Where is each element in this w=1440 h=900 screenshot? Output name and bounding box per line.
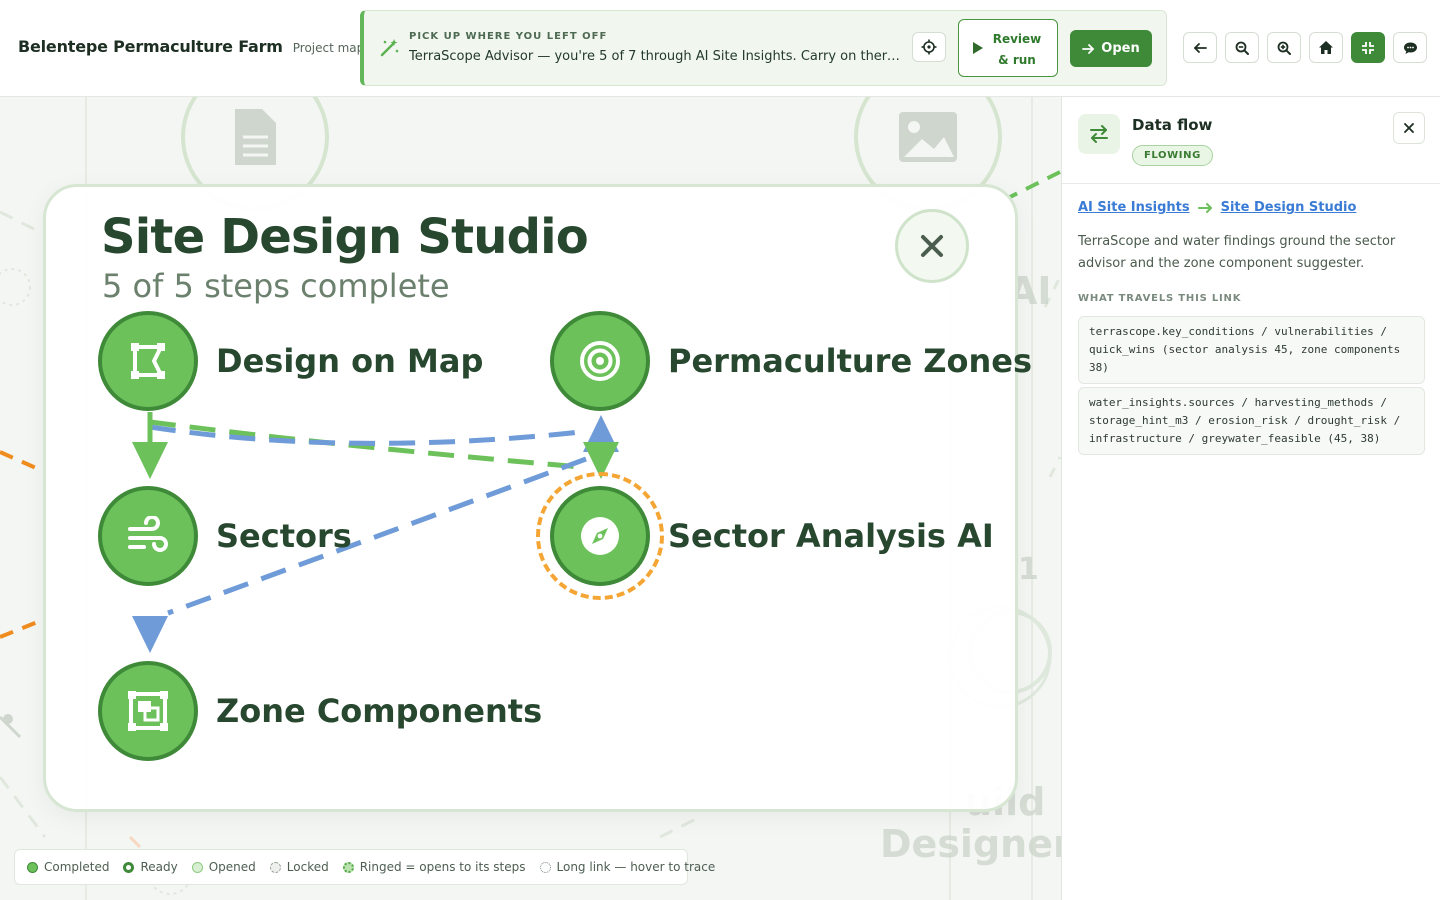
step-label: Sector Analysis AI bbox=[668, 517, 994, 555]
data-flow-icon bbox=[1078, 114, 1120, 154]
legend-locked: Locked bbox=[269, 860, 329, 874]
source-link[interactable]: AI Site Insights bbox=[1078, 200, 1190, 215]
resume-text: TerraScope Advisor — you're 5 of 7 throu… bbox=[409, 49, 904, 64]
background-label-count: 1 bbox=[1018, 552, 1039, 587]
legend-label: Completed bbox=[44, 860, 110, 874]
target-icon bbox=[580, 341, 620, 381]
open-label: Open bbox=[1101, 41, 1140, 56]
flow-description: TerraScope and water findings ground the… bbox=[1078, 234, 1396, 271]
crosshair-icon bbox=[921, 39, 937, 55]
step-node[interactable] bbox=[536, 472, 664, 600]
step-label: Sectors bbox=[216, 517, 352, 555]
legend-label: Opened bbox=[208, 860, 256, 874]
back-button[interactable] bbox=[1183, 32, 1217, 63]
opened-swatch bbox=[191, 861, 203, 873]
payload-item: water_insights.sources / harvesting_meth… bbox=[1078, 387, 1425, 455]
home-icon bbox=[1319, 41, 1333, 54]
legend-label: Ready bbox=[140, 860, 178, 874]
arrow-to-sectors bbox=[132, 442, 168, 479]
target-link[interactable]: Site Design Studio bbox=[1221, 200, 1357, 215]
ringed-swatch bbox=[342, 861, 354, 873]
map-select-icon bbox=[131, 343, 165, 379]
legend-ringed: Ringed = opens to its steps bbox=[342, 860, 526, 874]
map-legend: Completed Ready Opened Locked Ringed = o… bbox=[14, 849, 715, 885]
status-badge: FLOWING bbox=[1132, 145, 1213, 166]
brand: Belentepe Permaculture Farm Project map bbox=[18, 37, 364, 56]
zoom-out-icon bbox=[1235, 41, 1249, 55]
arrow-right-icon bbox=[1197, 202, 1212, 213]
locked-swatch bbox=[269, 861, 281, 873]
completed-swatch bbox=[27, 861, 38, 873]
flow-route: AI Site Insights Site Design Studio bbox=[1078, 200, 1356, 215]
home-button[interactable] bbox=[1309, 32, 1343, 63]
collapse-icon bbox=[1362, 41, 1374, 54]
project-title: Belentepe Permaculture Farm bbox=[18, 37, 283, 56]
back-icon bbox=[1194, 42, 1207, 53]
opens-to-steps-ring bbox=[536, 472, 664, 600]
panel-title: Data flow bbox=[1132, 116, 1213, 134]
comment-icon bbox=[1403, 42, 1417, 54]
step-node[interactable] bbox=[98, 486, 198, 586]
components-icon bbox=[128, 691, 168, 731]
arrow-to-components bbox=[132, 616, 168, 653]
map-toolbar bbox=[1183, 32, 1427, 63]
resume-kicker: PICK UP WHERE YOU LEFT OFF bbox=[409, 31, 608, 42]
step-zone-components[interactable]: Zone Components bbox=[98, 661, 542, 761]
site-design-studio-dialog: Site Design Studio 5 of 5 steps complete bbox=[43, 184, 1032, 812]
panel-close-button[interactable] bbox=[1393, 112, 1425, 144]
collapse-button[interactable] bbox=[1351, 32, 1385, 63]
panel-header: Data flow FLOWING bbox=[1062, 97, 1440, 184]
project-subtitle: Project map bbox=[292, 41, 365, 55]
legend-opened: Opened bbox=[191, 860, 256, 874]
legend-completed: Completed bbox=[27, 860, 109, 874]
zoom-in-button[interactable] bbox=[1267, 32, 1301, 63]
legend-label: Locked bbox=[286, 860, 329, 874]
zoom-in-icon bbox=[1277, 41, 1291, 55]
legend-ready: Ready bbox=[123, 860, 178, 874]
locate-button[interactable] bbox=[912, 32, 946, 62]
step-sectors[interactable]: Sectors bbox=[98, 486, 352, 586]
play-icon bbox=[973, 42, 983, 54]
background-label-designer: Designer bbox=[880, 822, 1061, 866]
step-node[interactable] bbox=[98, 661, 198, 761]
legend-label: Long link — hover to trace bbox=[556, 860, 716, 874]
step-sector-analysis-ai[interactable]: Sector Analysis AI bbox=[536, 472, 994, 600]
arrow-right-icon bbox=[1082, 43, 1095, 54]
top-bar: Belentepe Permaculture Farm Project map … bbox=[0, 0, 1440, 97]
comment-button[interactable] bbox=[1393, 32, 1427, 63]
step-node[interactable] bbox=[98, 311, 198, 411]
step-label: Permaculture Zones bbox=[668, 342, 1033, 380]
review-and-run-label: Review & run bbox=[992, 32, 1042, 67]
step-node[interactable] bbox=[550, 311, 650, 411]
step-label: Design on Map bbox=[216, 342, 484, 380]
close-icon bbox=[1404, 123, 1414, 133]
step-design-on-map[interactable]: Design on Map bbox=[98, 311, 483, 411]
wind-icon bbox=[128, 516, 168, 552]
magic-wand-icon bbox=[380, 39, 399, 57]
resume-banner: PICK UP WHERE YOU LEFT OFF TerraScope Ad… bbox=[360, 10, 1167, 86]
zoom-out-button[interactable] bbox=[1225, 32, 1259, 63]
review-and-run-button[interactable]: Review & run bbox=[958, 19, 1058, 77]
step-label: Zone Components bbox=[216, 692, 543, 730]
ready-swatch bbox=[123, 861, 135, 873]
project-map-canvas[interactable]: AI 1 Designer uild Site Design Studio 5 … bbox=[0, 97, 1061, 900]
payload-section-label: WHAT TRAVELS THIS LINK bbox=[1078, 293, 1242, 304]
open-button[interactable]: Open bbox=[1070, 30, 1152, 67]
payload-item: terrascope.key_conditions / vulnerabilit… bbox=[1078, 316, 1425, 384]
data-flow-panel: Data flow FLOWING AI Site Insights Site … bbox=[1061, 97, 1440, 900]
step-permaculture-zones[interactable]: Permaculture Zones bbox=[550, 311, 1032, 411]
long-link-swatch bbox=[539, 861, 551, 873]
legend-long-link: Long link — hover to trace bbox=[539, 860, 716, 874]
legend-label: Ringed = opens to its steps bbox=[359, 860, 526, 874]
